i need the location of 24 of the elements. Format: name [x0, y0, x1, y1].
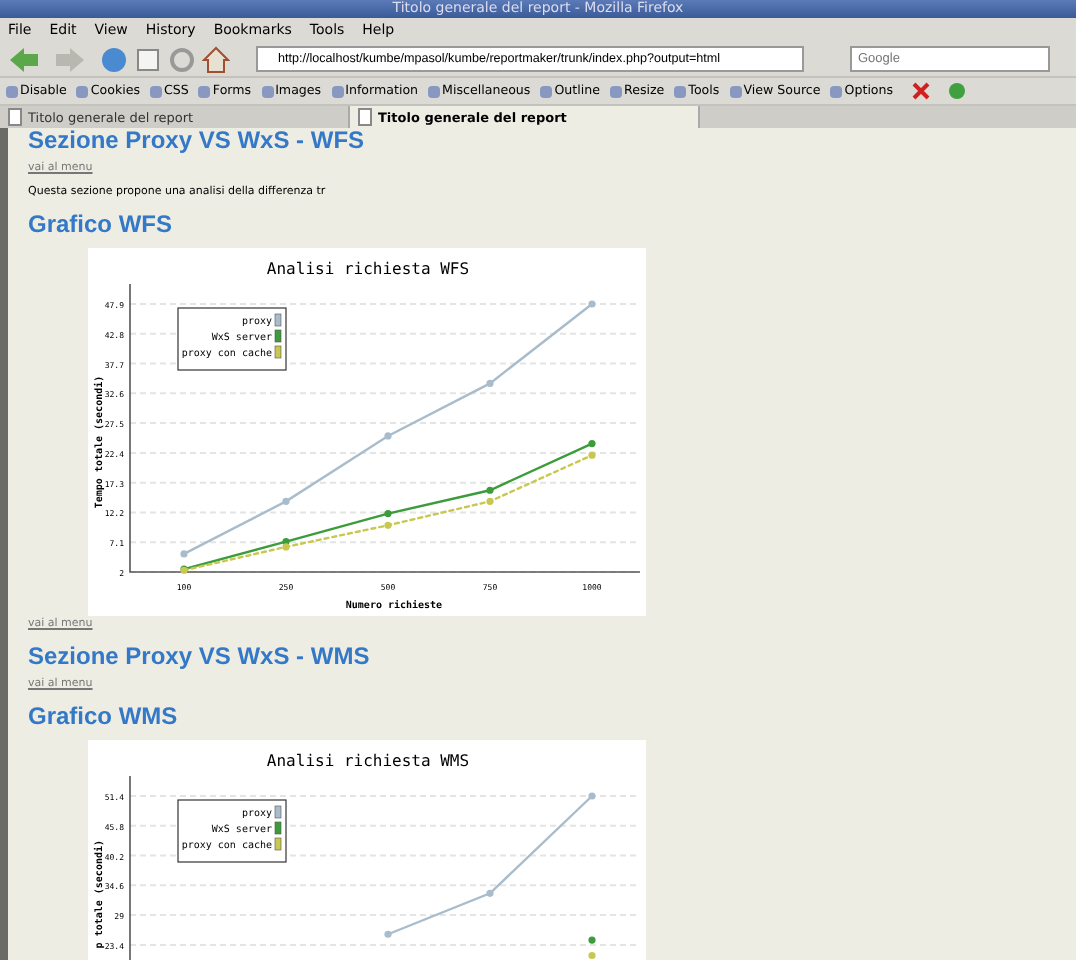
data-line — [588, 951, 596, 960]
point — [588, 439, 596, 448]
point — [486, 379, 494, 388]
section-heading: Sezione Proxy VS WxS - WMS — [28, 642, 370, 670]
point — [282, 497, 290, 505]
section-heading: Grafico WFS — [28, 210, 173, 238]
point — [486, 497, 494, 505]
chart-title: Analisi richiesta WMS — [266, 752, 470, 770]
point — [588, 300, 596, 308]
point — [180, 550, 188, 558]
point — [384, 521, 392, 529]
page-icon[interactable] — [134, 45, 162, 73]
section-heading: Sezione Proxy VS WxS - WFS — [28, 128, 365, 154]
section-heading: Grafico WMS — [28, 702, 178, 730]
point — [588, 451, 596, 459]
close-icon[interactable] — [911, 82, 930, 100]
point — [384, 510, 392, 518]
point — [282, 543, 290, 551]
point — [486, 486, 494, 494]
chart-title: Analisi richiesta WFS — [266, 260, 470, 278]
home-icon[interactable] — [202, 45, 230, 73]
point — [384, 432, 392, 440]
legend-box — [177, 307, 287, 371]
legend-box — [177, 799, 287, 863]
